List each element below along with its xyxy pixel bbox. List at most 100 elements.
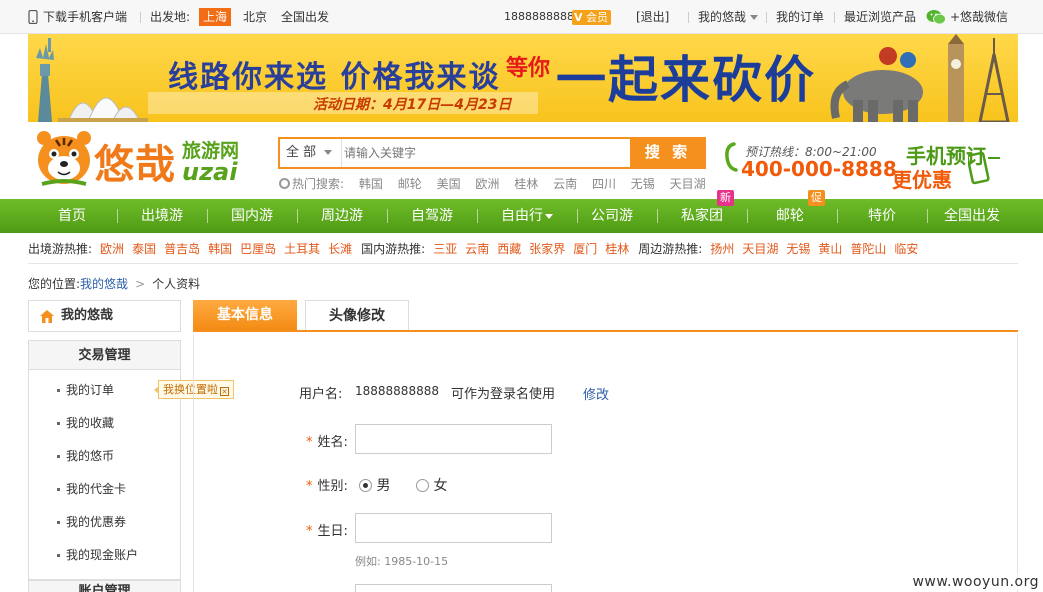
hot-keyword[interactable]: 美国	[437, 177, 461, 191]
gender-female-option[interactable]: 女	[416, 475, 447, 495]
nav-special-offers[interactable]: 特价	[850, 199, 914, 233]
username-value: 18888888888	[355, 384, 439, 398]
tab-basic-info[interactable]: 基本信息	[193, 300, 297, 330]
hot-destination[interactable]: 扬州	[710, 242, 734, 256]
hot-destination[interactable]: 韩国	[208, 242, 232, 256]
wechat-link[interactable]: +悠哉微信	[950, 0, 1008, 34]
nav-corporate[interactable]: 公司游	[580, 199, 644, 233]
mobile-promo-line2: 更优惠	[892, 168, 952, 192]
gender-male-label: 男	[376, 478, 391, 494]
city-nationwide[interactable]: 全国出发	[281, 0, 329, 34]
hot-destination[interactable]: 普陀山	[850, 242, 886, 256]
promo-banner[interactable]: 线路你来选 价格我来谈 等你 一起来砍价 活动日期：4月17日—4月23日	[28, 34, 1018, 122]
hot-destination[interactable]: 西藏	[497, 242, 521, 256]
birthday-input[interactable]	[355, 513, 552, 543]
nav-self-drive[interactable]: 自驾游	[400, 199, 464, 233]
nav-domestic[interactable]: 国内游	[220, 199, 284, 233]
wechat-icon	[926, 10, 946, 25]
hot-keyword[interactable]: 韩国	[359, 177, 383, 191]
search-icon	[279, 178, 290, 189]
birthday-hint: 例如: 1985-10-15	[355, 555, 449, 568]
search-button[interactable]: 搜 索	[630, 137, 706, 169]
tab-avatar[interactable]: 头像修改	[305, 300, 409, 330]
city-shanghai[interactable]: 上海	[199, 8, 232, 26]
nav-private-group-label: 私家团	[681, 208, 723, 224]
hot-keyword[interactable]: 桂林	[514, 177, 538, 191]
nav-nearby[interactable]: 周边游	[310, 199, 374, 233]
hot-destination[interactable]: 长滩	[328, 242, 352, 256]
next-field-input[interactable]	[355, 584, 552, 592]
breadcrumb-home[interactable]: 我的悠哉	[80, 277, 128, 291]
name-input[interactable]	[355, 424, 552, 454]
search-scope-select[interactable]: 全 部	[280, 139, 342, 167]
watermark: www.wooyun.org	[910, 574, 1041, 590]
tiger-mascot-logo[interactable]	[36, 128, 92, 188]
nav-cruise-label: 邮轮	[776, 208, 804, 224]
hot-search-label: 热门搜索:	[292, 177, 345, 191]
hot-destination[interactable]: 桂林	[605, 242, 629, 256]
nav-independent[interactable]: 自由行	[490, 199, 564, 233]
hot-keyword[interactable]: 无锡	[631, 177, 655, 191]
departure-label: 出发地:	[150, 10, 191, 24]
sidebar-item-coupons[interactable]: 我的优惠券	[56, 513, 126, 531]
birthday-label-text: 生日:	[317, 524, 348, 539]
sidebar-item-favorites[interactable]: 我的收藏	[56, 414, 114, 432]
hot-destination[interactable]: 无锡	[786, 242, 810, 256]
search-scope-label: 全 部	[286, 145, 317, 160]
breadcrumb-current: 个人资料	[152, 277, 201, 291]
gender-label-text: 性别:	[317, 479, 348, 494]
download-app-link[interactable]: 下载手机客户端	[43, 0, 127, 34]
sidebar-item-orders[interactable]: 我的订单	[56, 381, 114, 399]
logo-text[interactable]: 悠哉	[94, 132, 176, 190]
hot-destination[interactable]: 天目湖	[742, 242, 778, 256]
user-phone[interactable]: 18888888888	[504, 0, 581, 34]
hot-destination[interactable]: 厦门	[573, 242, 597, 256]
nav-home[interactable]: 首页	[40, 199, 104, 233]
breadcrumb-prefix: 您的位置:	[28, 277, 81, 291]
hot-keyword[interactable]: 云南	[553, 177, 577, 191]
hot-destination[interactable]: 巴厘岛	[240, 242, 276, 256]
hot-destination[interactable]: 三亚	[433, 242, 457, 256]
hot-destination[interactable]: 云南	[465, 242, 489, 256]
sidebar-item-cash-account[interactable]: 我的现金账户	[56, 546, 138, 564]
search-input[interactable]	[344, 141, 624, 165]
recent-products-link[interactable]: 最近浏览产品	[844, 0, 916, 34]
chevron-down-icon	[545, 213, 553, 219]
hot-destination[interactable]: 普吉岛	[164, 242, 200, 256]
logout-link[interactable]: [退出]	[636, 0, 669, 34]
mobile-phone-icon	[28, 10, 38, 24]
hot-destination[interactable]: 土耳其	[284, 242, 320, 256]
hot-keyword[interactable]: 欧洲	[475, 177, 499, 191]
hot-keyword[interactable]: 四川	[592, 177, 616, 191]
nav-private-group[interactable]: 私家团 新	[670, 190, 734, 233]
modify-username-link[interactable]: 修改	[583, 384, 609, 403]
nav-nationwide[interactable]: 全国出发	[938, 199, 1006, 233]
vip-badge[interactable]: V 会员	[572, 10, 611, 25]
sidebar-item-coins[interactable]: 我的悠币	[56, 447, 114, 465]
radio-checked-icon[interactable]	[359, 479, 372, 492]
sidebar-item-voucher-cards[interactable]: 我的代金卡	[56, 480, 126, 498]
hot-keyword[interactable]: 天目湖	[670, 177, 706, 191]
required-mark: *	[306, 479, 313, 494]
hot-destination[interactable]: 临安	[894, 242, 918, 256]
sidebar-group-account: 账户管理	[28, 580, 181, 592]
nav-outbound[interactable]: 出境游	[130, 199, 194, 233]
required-mark: *	[306, 524, 313, 539]
sidebar-group-trade: 交易管理 我的订单 我的收藏 我的悠币 我的代金卡 我的优惠券 我的现金账户	[28, 340, 181, 580]
hot-group-outbound: 出境游热推: 欧洲 泰国 普吉岛 韩国 巴厘岛 土耳其 长滩	[28, 236, 352, 262]
hot-keyword[interactable]: 邮轮	[398, 177, 422, 191]
sidebar-home[interactable]: 我的悠哉	[28, 300, 181, 332]
gender-male-option[interactable]: 男	[359, 475, 390, 495]
chevron-down-icon	[750, 15, 759, 20]
breadcrumb: 您的位置:我的悠哉 > 个人资料	[28, 275, 200, 292]
city-beijing[interactable]: 北京	[243, 0, 267, 34]
hot-destinations-bar: 出境游热推: 欧洲 泰国 普吉岛 韩国 巴厘岛 土耳其 长滩 国内游热推: 三亚 云南 西藏 张家界厦…	[28, 236, 1018, 264]
hot-destination[interactable]: 张家界	[529, 242, 565, 256]
hot-destination[interactable]: 黄山	[818, 242, 842, 256]
my-uzai-menu[interactable]: 我的悠哉	[698, 0, 759, 34]
hot-destination[interactable]: 泰国	[132, 242, 156, 256]
radio-unchecked-icon[interactable]	[416, 479, 429, 492]
my-orders-link[interactable]: 我的订单	[776, 0, 824, 34]
hot-destination[interactable]: 欧洲	[100, 242, 124, 256]
nav-cruise[interactable]: 邮轮 促	[758, 190, 825, 233]
